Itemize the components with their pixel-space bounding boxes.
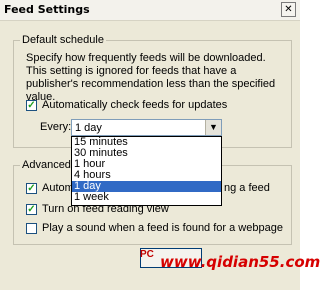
title-bar: Feed Settings ✕ <box>0 0 300 21</box>
auto-check-checkbox[interactable]: ✓ <box>26 99 37 111</box>
every-dropdown-list[interactable]: 15 minutes 30 minutes 1 hour 4 hours 1 d… <box>71 136 222 206</box>
feed-settings-dialog: Feed Settings ✕ Default schedule Specify… <box>0 0 320 290</box>
advanced-legend: Advanced <box>20 159 73 171</box>
schedule-description: Specify how frequently feeds will be dow… <box>26 52 276 103</box>
advanced-checkbox-2[interactable]: ✓ <box>26 203 37 215</box>
advanced-checkbox-1[interactable]: ✓ <box>26 182 37 194</box>
watermark-text: www.qidian55.com <box>160 253 320 271</box>
advanced-label-1-tail: ng a feed <box>224 182 270 194</box>
chevron-down-icon[interactable]: ▼ <box>205 120 221 135</box>
close-button[interactable]: ✕ <box>281 2 296 17</box>
advanced-item-3[interactable]: Play a sound when a feed is found for a … <box>26 222 283 234</box>
every-select[interactable]: 1 day ▼ <box>71 119 222 136</box>
auto-check-row[interactable]: ✓ Automatically check feeds for updates <box>26 99 227 111</box>
dialog-title: Feed Settings <box>4 3 90 16</box>
dropdown-option[interactable]: 1 week <box>72 192 221 203</box>
advanced-item-1-tail: ng a feed <box>224 182 270 194</box>
every-label: Every: <box>40 121 72 133</box>
every-row: Every: <box>40 121 71 133</box>
every-selected-value: 1 day <box>75 122 102 134</box>
auto-check-label: Automatically check feeds for updates <box>42 99 228 111</box>
default-schedule-legend: Default schedule <box>20 34 106 46</box>
watermark-logo: PC <box>140 249 154 260</box>
advanced-label-3: Play a sound when a feed is found for a … <box>42 222 283 234</box>
advanced-checkbox-3[interactable] <box>26 222 37 234</box>
